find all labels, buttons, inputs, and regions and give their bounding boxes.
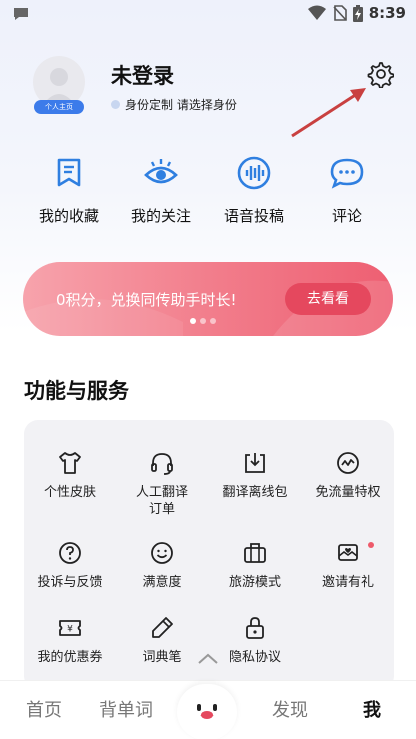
quick-item-following[interactable]: 我的关注 [115,155,207,226]
voice-icon [237,156,271,190]
identity-dot-icon [111,100,120,109]
coupon-icon: ¥ [59,620,81,636]
service-label: 人工翻译 订单 [135,485,188,517]
quick-actions: 我的收藏 我的关注 语音投稿 评论 [0,155,416,235]
banner-text: 0积分，兑换同传助手时长! [56,291,237,309]
service-data-free[interactable]: 免流量特权 [302,450,394,501]
service-label: 满意度 [142,575,182,590]
quick-item-label: 语音投稿 [223,207,284,225]
lock-icon [246,617,264,639]
profile-page-badge[interactable]: 个人主页 [34,100,84,114]
no-sim-icon [333,5,347,21]
service-travel-mode[interactable]: 旅游模式 [209,540,301,591]
wave-icon [337,452,359,474]
svg-text:¥: ¥ [67,625,73,635]
service-label: 邀请有礼 [321,575,374,590]
service-label: 个性皮肤 [43,485,96,500]
pen-icon [152,617,173,638]
notification-dot [368,542,374,548]
tab-vocabulary[interactable]: 背单词 [99,696,153,722]
wifi-icon [307,5,326,20]
quick-item-favorites[interactable]: 我的收藏 [23,155,115,226]
headset-icon [151,453,173,475]
service-feedback[interactable]: 投诉与反馈 [24,540,116,591]
banner-go-button[interactable]: 去看看 [285,283,371,315]
question-icon [59,542,81,564]
username[interactable]: 未登录 [111,60,174,90]
service-label: 旅游模式 [228,575,281,590]
service-invite[interactable]: 邀请有礼 [302,540,394,591]
identity-selector[interactable]: 身份定制 请选择身份 [111,96,237,113]
pagination-dot [210,318,216,324]
pagination-dot [190,318,196,324]
service-label: 免流量特权 [315,485,381,500]
eye-icon [144,159,178,184]
luggage-icon [244,543,266,563]
status-time: 8:39 [368,4,406,22]
mascot-icon [192,699,222,725]
service-label: 翻译离线包 [222,485,288,500]
tab-me[interactable]: 我 [363,696,381,722]
quick-item-voice-submit[interactable]: 语音投稿 [208,155,300,226]
service-satisfaction[interactable]: 满意度 [116,540,208,591]
services-title: 功能与服务 [24,379,129,403]
banner-pagination [190,318,216,324]
service-privacy[interactable]: 隐私协议 [209,615,301,666]
annotation-arrow [291,88,366,138]
comment-icon [330,158,364,189]
service-label: 投诉与反馈 [37,575,103,590]
promo-banner[interactable]: 0积分，兑换同传助手时长! 去看看 [23,262,393,336]
invite-icon [338,544,358,561]
quick-item-label: 我的收藏 [38,207,99,225]
service-offline-pack[interactable]: 翻译离线包 [209,450,301,501]
download-icon [245,453,265,473]
tshirt-icon [59,452,81,474]
quick-item-label: 评论 [331,207,362,225]
service-label: 我的优惠券 [37,650,103,665]
chevron-up-icon[interactable] [195,651,221,667]
center-mascot-button[interactable] [177,684,237,739]
tab-home[interactable]: 首页 [26,696,62,722]
services-grid: 个性皮肤 人工翻译 订单 翻译离线包 免流量特权 投诉与反馈 满意度 旅游模式 … [24,420,394,690]
status-bar: 8:39 [0,0,416,30]
pagination-dot [200,318,206,324]
service-label: 隐私协议 [228,650,281,665]
service-coupons[interactable]: ¥ 我的优惠券 [24,615,116,666]
message-icon [14,8,28,20]
identity-label: 身份定制 请选择身份 [125,98,237,112]
service-human-translation[interactable]: 人工翻译 订单 [116,450,208,518]
quick-item-label: 我的关注 [130,207,191,225]
smile-icon [151,542,173,564]
tab-discover[interactable]: 发现 [272,696,308,722]
service-skin[interactable]: 个性皮肤 [24,450,116,501]
battery-icon [352,4,363,22]
bookmark-icon [57,158,81,187]
quick-item-comments[interactable]: 评论 [301,155,393,226]
